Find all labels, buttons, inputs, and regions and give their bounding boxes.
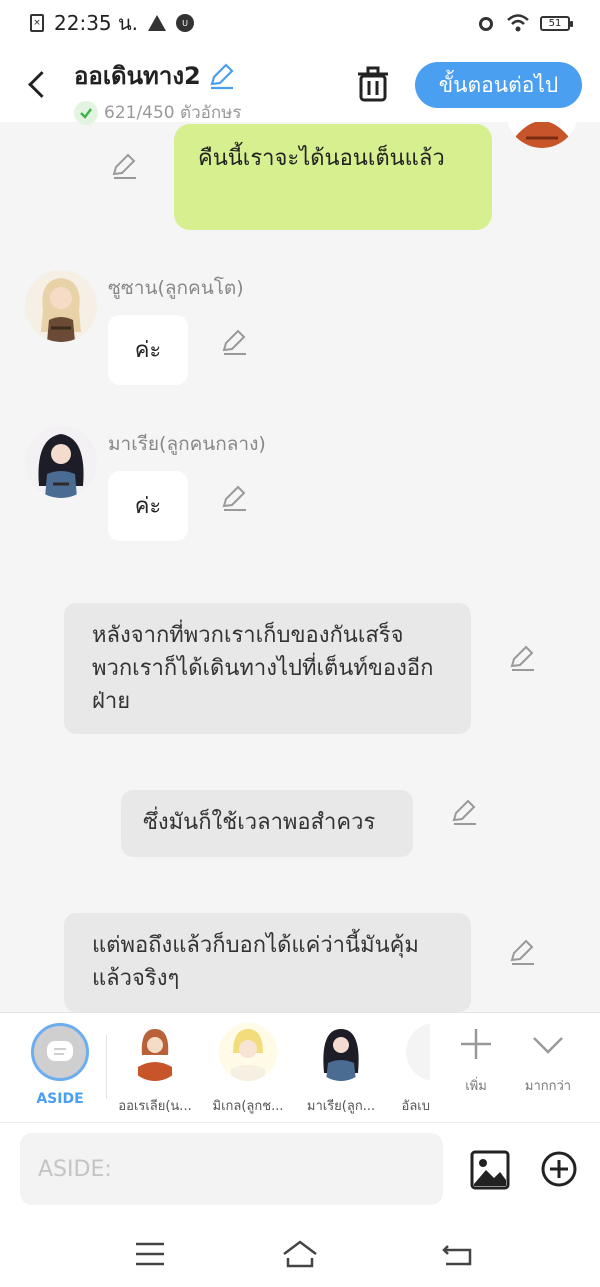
add-label: เพิ่ม [465,1079,487,1094]
character-item[interactable]: ออเรเลีย(น... [110,1023,200,1116]
chevron-down-icon [533,1037,563,1054]
character-item[interactable]: มิเกล(ลูกช... [203,1023,293,1116]
image-icon[interactable] [470,1150,510,1190]
edit-icon[interactable] [220,484,248,512]
story-title: ออเดินทาง2 [74,62,201,90]
title-area: ออเดินทาง2 621/450 ตัวอักษร [74,56,241,126]
wifi-icon [507,14,529,32]
message-bubble[interactable]: ค่ะ [108,471,188,541]
more-label: มากกว่า [524,1079,572,1094]
speaker-name: มาเรีย(ลูกคนกลาง) [108,433,266,455]
edit-icon[interactable] [220,328,248,356]
narration-bubble[interactable]: แต่พอถึงแล้วก็บอกได้แค่ว่านี้มันคุ้มแล้ว… [64,913,471,1012]
status-bar: × 22:35 น. U 51 [0,0,600,46]
message-bubble[interactable]: คืนนี้เราจะได้นอนเต็นแล้ว [174,124,492,230]
vpn-icon: U [176,14,195,32]
narration-bubble[interactable]: หลังจากที่พวกเราเก็บของกันเสร็จพวกเราก็ไ… [64,603,471,734]
edit-icon[interactable] [110,152,138,180]
home-icon[interactable] [280,1234,320,1274]
avatar-susan[interactable] [25,270,97,342]
add-character-button[interactable]: เพิ่ม [446,1027,506,1096]
chat-area[interactable]: คืนนี้เราจะได้นอนเต็นแล้ว ซูซาน(ลูกคนโต)… [0,122,600,1012]
warning-icon [148,15,167,31]
system-nav-bar [0,1216,600,1287]
battery-icon: 51 [540,15,573,31]
character-item[interactable]: มาเรีย(ลูก... [296,1023,386,1116]
back-button[interactable] [22,66,52,102]
character-label: อัลเบ [401,1099,430,1114]
divider [106,1035,107,1099]
avatar [406,1023,430,1081]
narration-text: ซึ่งมันก็ใช้เวลาพอสำควร [143,810,376,835]
next-step-button[interactable]: ขั้นตอนต่อไป [415,62,582,108]
plus-icon [461,1029,491,1059]
message-text: ค่ะ [134,493,162,519]
avatar[interactable] [506,122,578,148]
menu-icon[interactable] [130,1234,170,1274]
character-label: มาเรีย(ลูก... [306,1099,376,1114]
alarm-icon [479,17,493,31]
aside-icon [31,1023,89,1081]
more-button[interactable]: มากกว่า [518,1027,578,1096]
avatar [312,1023,370,1081]
message-text: คืนนี้เราจะได้นอนเต็นแล้ว [198,146,445,171]
avatar [126,1023,184,1081]
aside-label: ASIDE [36,1091,84,1107]
edit-icon[interactable] [508,644,536,672]
character-selector: ASIDE ออเรเลีย(น... มิเกล(ลูกช... มาเรีย… [0,1012,600,1122]
message-bubble[interactable]: ค่ะ [108,315,188,385]
character-label: ออเรเลีย(น... [118,1099,192,1114]
narration-bubble[interactable]: ซึ่งมันก็ใช้เวลาพอสำควร [121,790,413,857]
status-time: 22:35 น. [54,11,139,35]
narration-text: หลังจากที่พวกเราเก็บของกันเสร็จพวกเราก็ไ… [92,623,434,714]
trash-icon[interactable] [355,64,391,104]
avatar [219,1023,277,1081]
narration-text: แต่พอถึงแล้วก็บอกได้แค่ว่านี้มันคุ้มแล้ว… [92,933,419,991]
input-area [0,1122,600,1216]
add-icon[interactable] [540,1150,578,1188]
aside-selector[interactable]: ASIDE [20,1023,100,1107]
sim-icon: × [30,14,44,32]
edit-icon[interactable] [508,938,536,966]
avatar-maria[interactable] [25,426,97,498]
character-item[interactable]: อัลเบ [380,1023,430,1116]
message-input[interactable] [20,1133,443,1205]
edit-title-icon[interactable] [207,62,235,90]
character-label: มิเกล(ลูกช... [212,1099,284,1114]
speaker-name: ซูซาน(ลูกคนโต) [108,277,244,299]
message-text: ค่ะ [134,337,162,363]
check-icon [74,100,98,125]
header: ออเดินทาง2 621/450 ตัวอักษร ขั้นตอนต่อไป [0,46,600,125]
back-nav-icon[interactable] [438,1234,478,1274]
edit-icon[interactable] [450,798,478,826]
